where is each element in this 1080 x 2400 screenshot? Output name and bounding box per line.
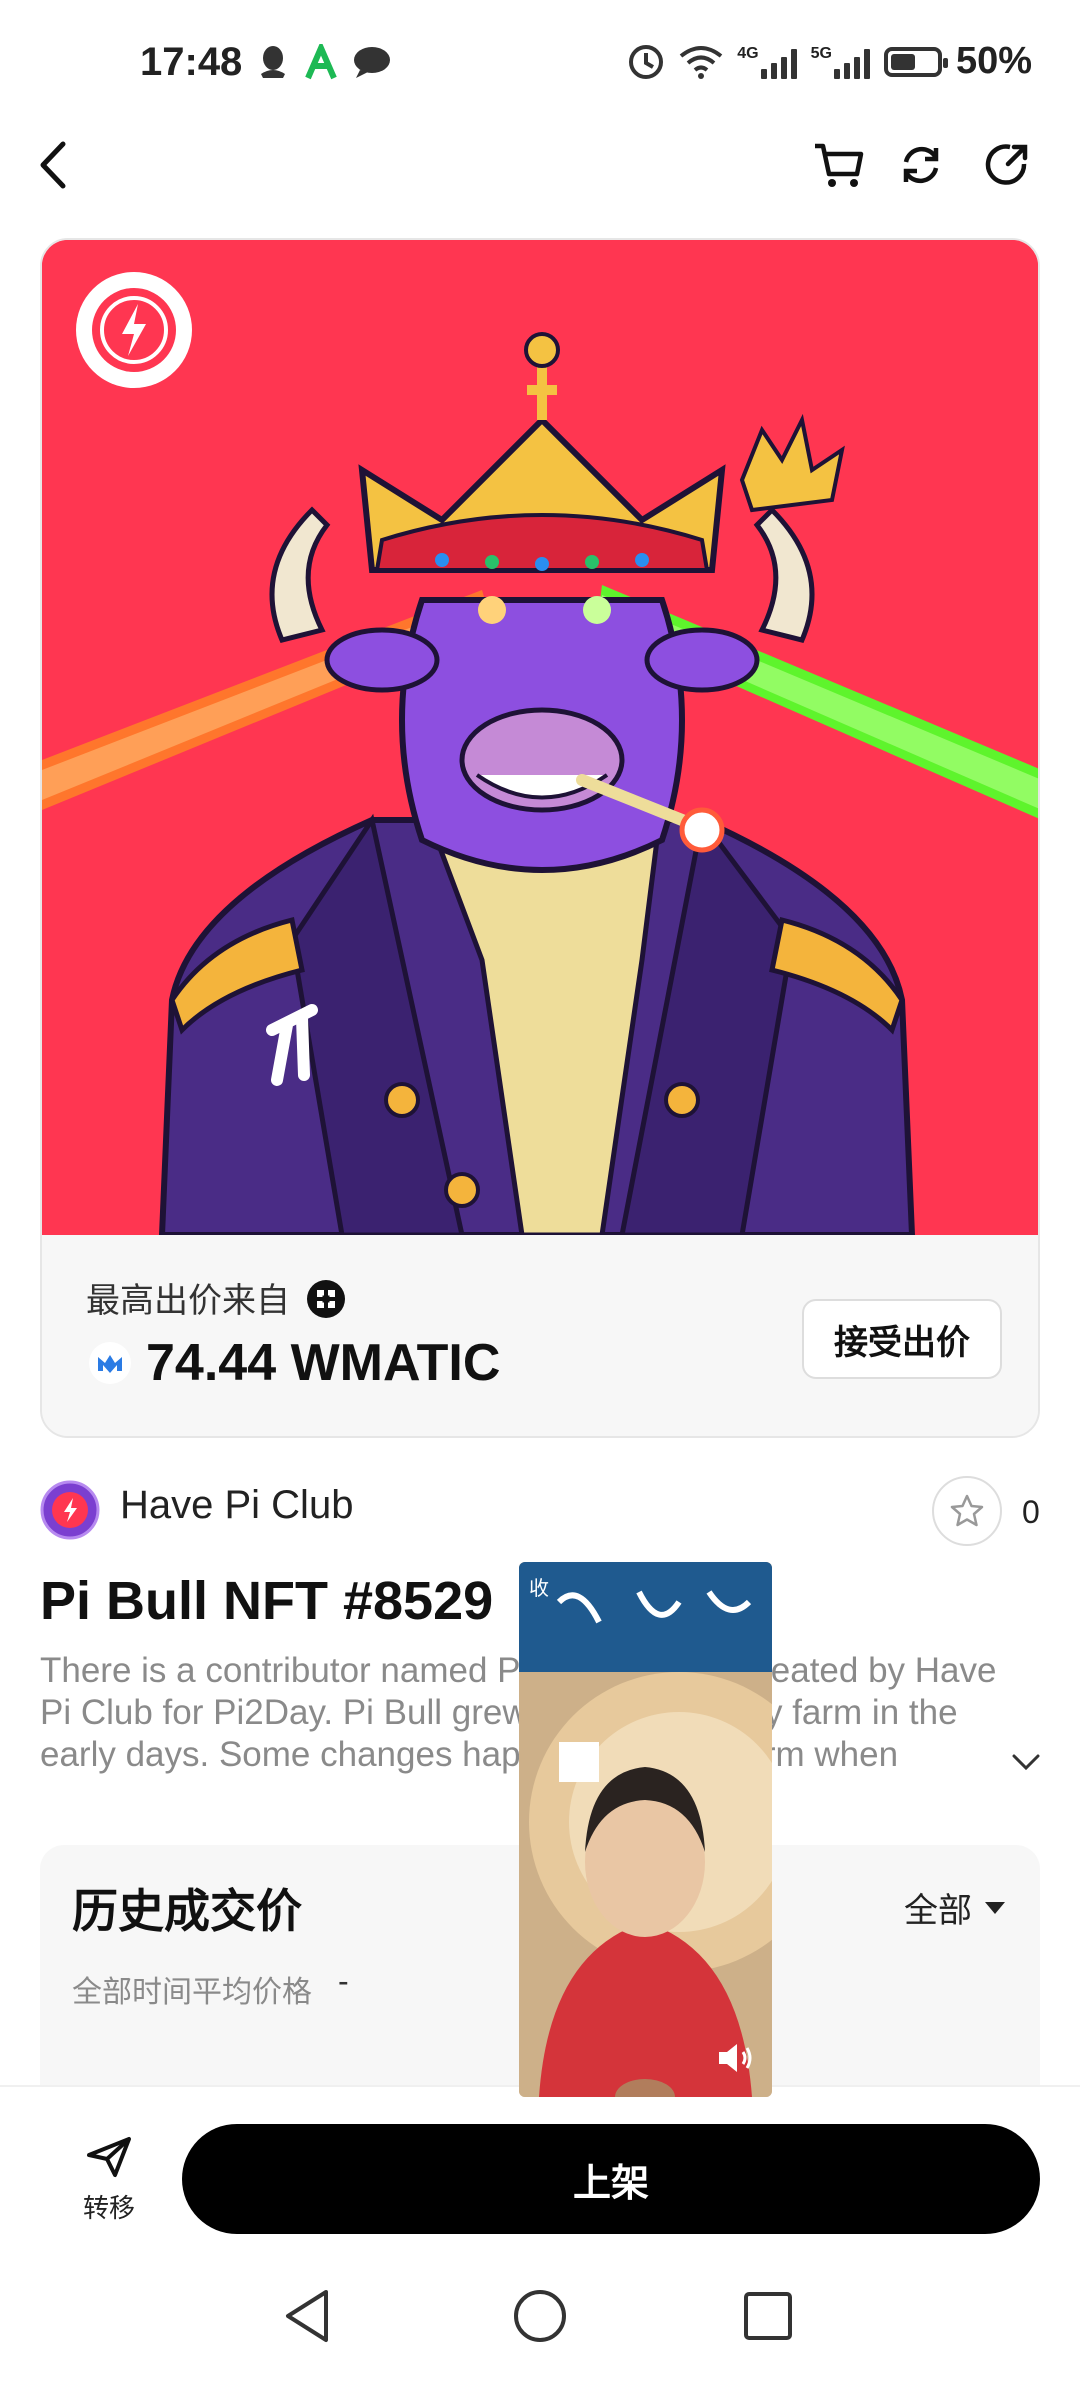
refresh-icon (903, 146, 939, 184)
club-badge (76, 272, 192, 388)
lightning-badge-icon (92, 288, 176, 372)
favorite-count: 0 (1022, 1494, 1040, 1530)
back-button[interactable] (20, 130, 90, 200)
caret-down-icon (985, 1901, 1005, 1914)
favorite-button[interactable] (932, 1476, 1002, 1546)
status-bar: 17:48 4G 5G 50% (0, 0, 1080, 130)
price-history-title: 历史成交价 (72, 1885, 302, 1937)
refresh-button[interactable] (886, 130, 956, 200)
nav-back-icon[interactable] (282, 2288, 332, 2344)
cart-icon (815, 143, 864, 187)
video-frame (519, 1562, 772, 2097)
nft-image[interactable] (42, 240, 1038, 1238)
transfer-button[interactable]: 转移 (64, 2135, 154, 2225)
nft-card: 最高出价来自 74.44 WMATIC 接受出价 (40, 238, 1040, 1438)
send-icon (87, 2137, 131, 2177)
floating-video-window[interactable]: 收 (519, 1562, 772, 2097)
collection-name-link[interactable]: Have Pi Club (120, 1483, 353, 1528)
nft-title: Pi Bull NFT #8529 (40, 1571, 494, 1631)
battery-icon (883, 46, 948, 77)
chat-bubble-icon (354, 47, 390, 78)
battery-percent: 50% (955, 40, 1032, 82)
share-button[interactable] (972, 130, 1042, 200)
highest-bid-amount: 74.44 WMATIC (146, 1334, 501, 1392)
pi-bull-artwork (42, 240, 1038, 1238)
share-icon (985, 144, 1028, 185)
average-price-value: - (338, 1963, 349, 1999)
wmatic-token-icon (89, 1342, 131, 1384)
network-5g-label: 5G (810, 44, 832, 62)
cart-button[interactable] (804, 130, 874, 200)
average-price-label: 全部时间平均价格 (72, 1976, 312, 2009)
speaker-icon[interactable] (715, 2040, 755, 2076)
star-icon (950, 1494, 984, 1527)
signal-5g-icon (833, 45, 870, 79)
accept-bid-button[interactable]: 接受出价 (802, 1299, 1002, 1379)
bottom-action-bar: 转移 上架 (0, 2085, 1080, 2250)
history-filter-dropdown[interactable]: 全部 (904, 1883, 1006, 1932)
alarm-icon (629, 44, 664, 79)
system-navigation-bar (0, 2250, 1080, 2400)
list-for-sale-button[interactable]: 上架 (182, 2124, 1040, 2234)
nav-recents-icon[interactable] (742, 2290, 794, 2342)
highest-bid-box: 最高出价来自 74.44 WMATIC 接受出价 (42, 1235, 1038, 1436)
network-4g-label: 4G (737, 44, 759, 62)
nav-home-icon[interactable] (512, 2288, 568, 2344)
chevron-down-icon (1012, 1754, 1040, 1771)
back-icon (40, 141, 66, 189)
status-time: 17:48 (140, 40, 243, 84)
bidder-avatar-icon[interactable] (306, 1279, 346, 1319)
signal-4g-icon (760, 45, 797, 79)
qq-icon (261, 46, 285, 78)
wifi-icon (680, 45, 723, 79)
expand-description-button[interactable] (1004, 1740, 1048, 1784)
history-filter-label: 全部 (904, 1892, 972, 1930)
transfer-label: 转移 (82, 2193, 135, 2223)
video-badge: 收 (529, 1578, 549, 1600)
highest-bid-label: 最高出价来自 (86, 1282, 290, 1320)
app-a-icon (305, 44, 337, 80)
collection-avatar-icon[interactable] (40, 1480, 100, 1540)
